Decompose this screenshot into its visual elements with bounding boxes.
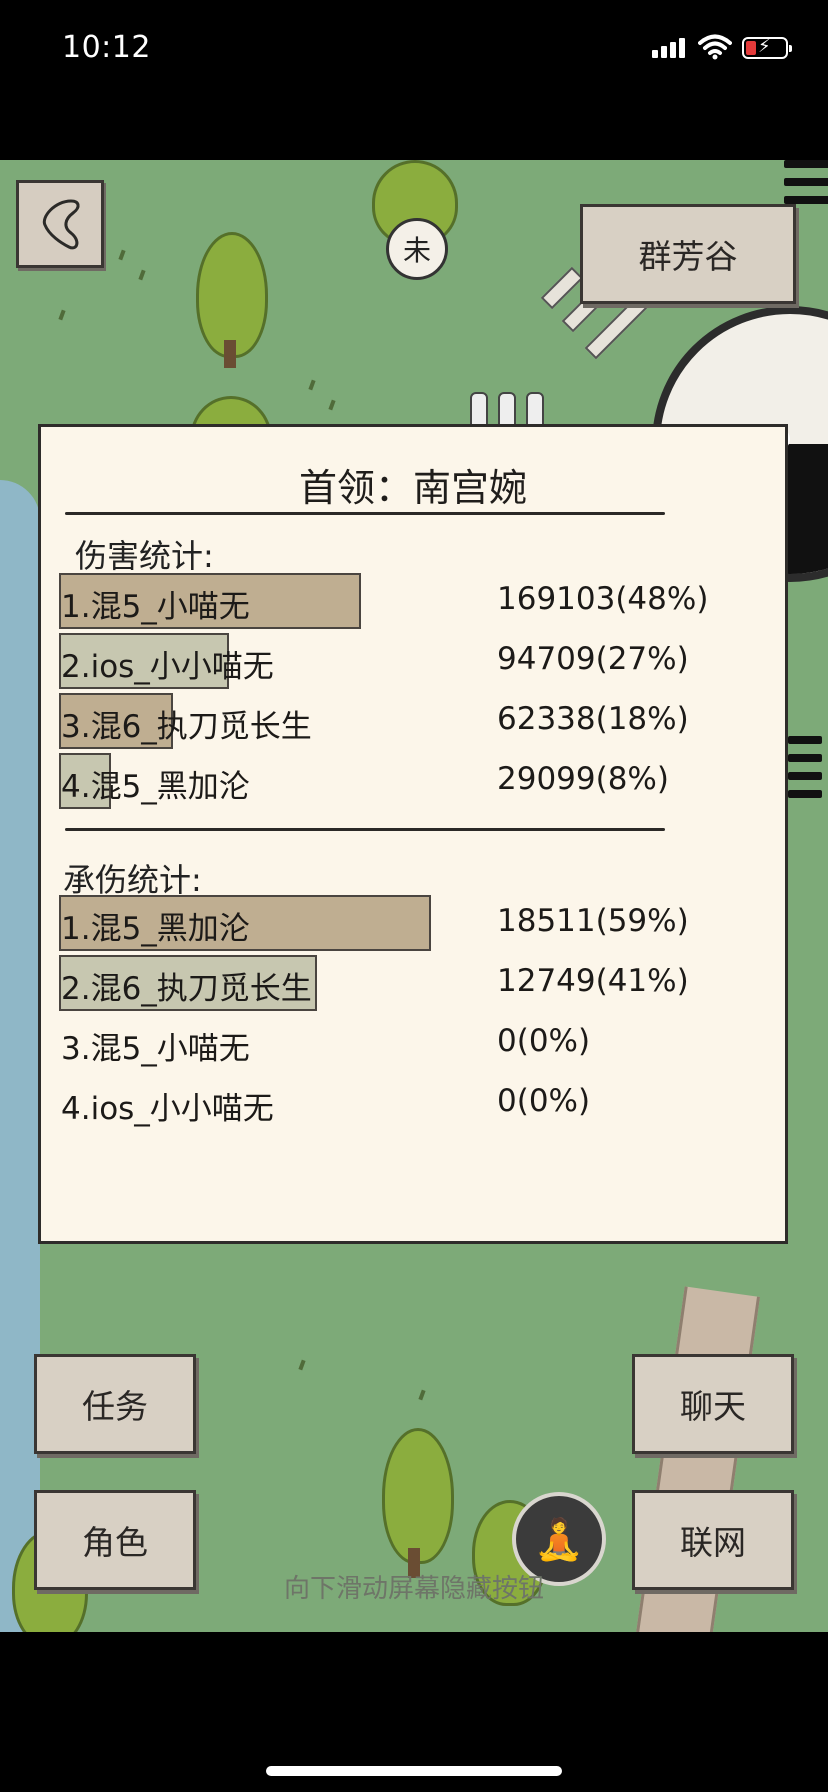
- marker-glyph: 未: [402, 234, 431, 267]
- taken-row: 3.混5_小喵无 0(0%): [59, 1015, 771, 1071]
- wifi-icon: [698, 34, 732, 64]
- divider: [65, 828, 665, 831]
- signal-icon: [652, 38, 688, 58]
- damage-row: 2.ios_小小喵无 94709(27%): [59, 633, 771, 689]
- player-name: 3.混6_执刀觅长生: [61, 709, 312, 745]
- game-map[interactable]: 未 群芳谷 首领：南宫婉 伤害统计: 1.混5_小喵无 169103(48%) …: [0, 160, 828, 1632]
- player-name: 3.混5_小喵无: [61, 1031, 250, 1067]
- damage-row: 3.混6_执刀觅长生 62338(18%): [59, 693, 771, 749]
- panel-title: 首领：南宫婉: [298, 466, 527, 510]
- back-button[interactable]: [16, 180, 104, 268]
- taken-value: 18511(59%): [497, 903, 689, 939]
- location-button[interactable]: 群芳谷: [580, 204, 796, 304]
- damage-value: 169103(48%): [497, 581, 709, 617]
- battery-icon: ⚡: [742, 36, 792, 59]
- taken-value: 0(0%): [497, 1083, 591, 1119]
- taken-value: 0(0%): [497, 1023, 591, 1059]
- taken-row: 2.混6_执刀觅长生 12749(41%): [59, 955, 771, 1011]
- status-bar: 10:12 ⚡: [0, 0, 828, 100]
- back-arrow-icon: [42, 199, 80, 250]
- divider: [65, 512, 665, 515]
- damage-value: 94709(27%): [497, 641, 689, 677]
- edge-bars: [788, 736, 822, 808]
- taken-value: 12749(41%): [497, 963, 689, 999]
- player-name: 1.混5_黑加沦: [61, 911, 250, 947]
- online-label: 联网: [680, 1523, 746, 1562]
- player-name: 4.混5_黑加沦: [61, 769, 250, 805]
- player-name: 2.混6_执刀觅长生: [61, 971, 312, 1007]
- map-marker[interactable]: 未: [386, 218, 448, 280]
- hide-buttons-hint: 向下滑动屏幕隐藏按钮: [283, 1574, 544, 1604]
- river: [0, 480, 40, 1632]
- quest-button[interactable]: 任务: [34, 1354, 196, 1454]
- taken-row: 1.混5_黑加沦 18511(59%): [59, 895, 771, 951]
- status-time: 10:12: [62, 30, 151, 65]
- tree: [382, 1428, 454, 1564]
- quest-label: 任务: [82, 1387, 148, 1426]
- damage-row: 1.混5_小喵无 169103(48%): [59, 573, 771, 629]
- boss-stats-panel: 首领：南宫婉 伤害统计: 1.混5_小喵无 169103(48%) 2.ios_…: [38, 424, 788, 1244]
- chat-label: 聊天: [680, 1387, 746, 1426]
- taken-row: 4.ios_小小喵无 0(0%): [59, 1075, 771, 1131]
- home-indicator[interactable]: [266, 1766, 562, 1776]
- player-name: 1.混5_小喵无: [61, 589, 250, 625]
- player-name: 2.ios_小小喵无: [61, 649, 274, 685]
- character-label: 角色: [82, 1523, 148, 1562]
- player-name: 4.ios_小小喵无: [61, 1091, 274, 1127]
- location-label: 群芳谷: [638, 237, 738, 276]
- damage-value: 29099(8%): [497, 761, 669, 797]
- damage-row: 4.混5_黑加沦 29099(8%): [59, 753, 771, 809]
- damage-value: 62338(18%): [497, 701, 689, 737]
- damage-section-title: 伤害统计:: [75, 537, 214, 575]
- chat-button[interactable]: 聊天: [632, 1354, 794, 1454]
